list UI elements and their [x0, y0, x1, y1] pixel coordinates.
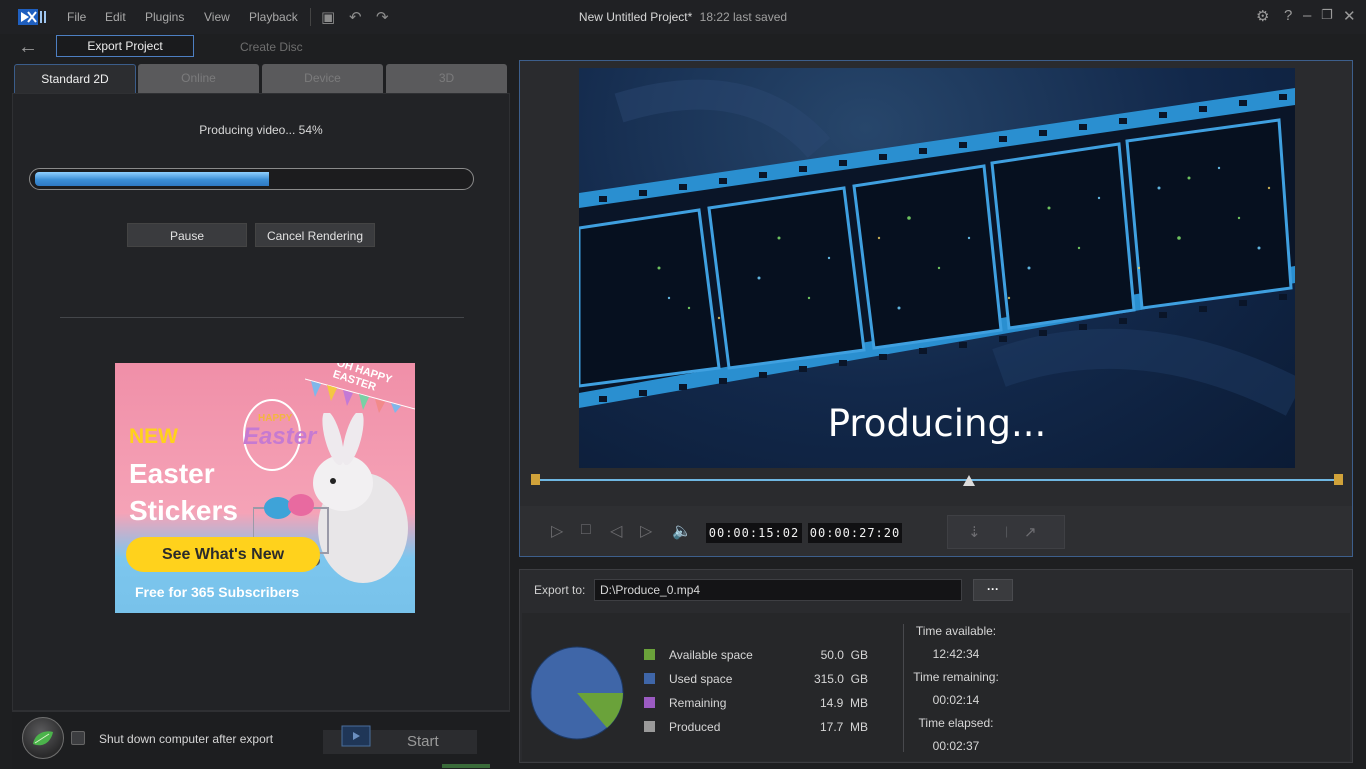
settings-gear-icon[interactable]: ⚙	[1256, 7, 1269, 25]
divider	[60, 317, 464, 318]
time-remaining-label: Time remaining:	[913, 670, 999, 684]
export-to-label: Export to:	[534, 583, 586, 597]
progress-label: Producing video... 54%	[199, 123, 323, 137]
legend-produced-swatch	[644, 721, 655, 732]
tab-3d[interactable]: 3D	[386, 64, 507, 93]
legend-used-swatch	[644, 673, 655, 684]
shutdown-label: Shut down computer after export	[99, 732, 274, 746]
ad-title: Easter Stickers	[129, 455, 238, 529]
current-timecode: 00:00:15:02	[706, 523, 802, 543]
legend-produced-unit: MB	[850, 720, 868, 734]
legend-used-label: Used space	[669, 672, 733, 686]
legend-remaining-swatch	[644, 697, 655, 708]
stop-icon[interactable]: □	[581, 521, 591, 539]
legend-remaining-number: 14.9	[819, 696, 844, 710]
legend-available-value: 50.0 GB	[790, 648, 868, 662]
legend-available-swatch	[644, 649, 655, 660]
produce-video-icon	[341, 725, 371, 747]
legend-remaining-value: 14.9 MB	[790, 696, 868, 710]
project-title: New Untitled Project*	[578, 10, 693, 24]
producing-overlay-text: Producing...	[827, 402, 1047, 445]
timeline-scrubber[interactable]	[536, 479, 1338, 481]
export-project-tab[interactable]: Export Project	[56, 35, 194, 57]
close-icon[interactable]: ✕	[1343, 7, 1356, 25]
ad-subtitle: Free for 365 Subscribers	[135, 584, 300, 600]
previous-frame-icon[interactable]: ◁	[610, 521, 622, 541]
time-available-label: Time available:	[915, 624, 997, 638]
legend-available-unit: GB	[850, 648, 868, 662]
start-label: Start	[407, 733, 439, 750]
ad-title-line2: Stickers	[129, 495, 238, 526]
legend-used-number: 315.0	[813, 672, 844, 686]
ad-cta-button[interactable]: See What's New	[126, 537, 320, 572]
mark-in-handle[interactable]	[531, 474, 540, 485]
snapshot-group: ⇣ | ↗	[947, 515, 1065, 549]
window-title: New Untitled Project* 18:22 last saved	[0, 10, 1366, 24]
playhead-handle[interactable]	[963, 475, 975, 486]
vertical-separator	[903, 624, 904, 752]
time-elapsed-value: 00:02:37	[932, 739, 980, 753]
disk-usage-pie	[530, 646, 624, 740]
total-timecode: 00:00:27:20	[808, 523, 902, 543]
shutdown-checkbox[interactable]	[71, 731, 85, 745]
legend-produced-label: Produced	[669, 720, 721, 734]
minimize-icon[interactable]: –	[1303, 7, 1311, 24]
restore-icon[interactable]: ❐	[1321, 7, 1333, 23]
create-disc-tab[interactable]: Create Disc	[240, 40, 303, 54]
tab-device[interactable]: Device	[262, 64, 383, 93]
legend-available-number: 50.0	[820, 648, 844, 662]
next-frame-icon[interactable]: ▷	[640, 521, 652, 541]
easter-stickers-ad[interactable]: OH HAPPY EASTER HAPPY Easter NEW Easter …	[115, 363, 415, 613]
saved-status: 18:22 last saved	[699, 10, 788, 24]
time-remaining-value: 00:02:14	[932, 693, 980, 707]
legend-remaining-unit: MB	[850, 696, 868, 710]
ad-new-label: NEW	[129, 425, 178, 448]
time-elapsed-label: Time elapsed:	[918, 716, 994, 730]
legend-produced-number: 17.7	[819, 720, 844, 734]
cancel-rendering-button[interactable]: Cancel Rendering	[255, 223, 375, 247]
ad-title-line1: Easter	[129, 458, 215, 489]
legend-used-value: 315.0 GB	[790, 672, 868, 686]
pause-button[interactable]: Pause	[127, 223, 247, 247]
leaf-icon	[33, 731, 53, 746]
browse-button[interactable]: ···	[973, 579, 1013, 601]
status-strip	[442, 764, 490, 768]
time-available-value: 12:42:34	[932, 647, 980, 661]
mark-out-handle[interactable]	[1334, 474, 1343, 485]
tab-online[interactable]: Online	[138, 64, 259, 93]
back-arrow-icon[interactable]: ←	[18, 36, 38, 59]
progress-bar	[29, 168, 474, 190]
help-icon[interactable]: ?	[1284, 7, 1292, 24]
play-icon[interactable]: ▷	[551, 521, 563, 541]
legend-available-label: Available space	[669, 648, 753, 662]
video-preview: Producing...	[579, 68, 1295, 468]
snapshot-icon[interactable]: ⇣	[968, 523, 981, 541]
export-path-field[interactable]: D:\Produce_0.mp4	[594, 579, 962, 601]
legend-produced-value: 17.7 MB	[790, 720, 868, 734]
legend-remaining-label: Remaining	[669, 696, 727, 710]
eco-leaf-button[interactable]	[22, 717, 64, 759]
tab-standard-2d[interactable]: Standard 2D	[14, 64, 136, 94]
legend-used-unit: GB	[850, 672, 868, 686]
export-frame-icon[interactable]: ↗	[1024, 523, 1037, 541]
progress-fill	[35, 172, 269, 186]
volume-icon[interactable]: 🔈	[672, 521, 692, 541]
snapshot-separator: |	[1005, 524, 1009, 538]
